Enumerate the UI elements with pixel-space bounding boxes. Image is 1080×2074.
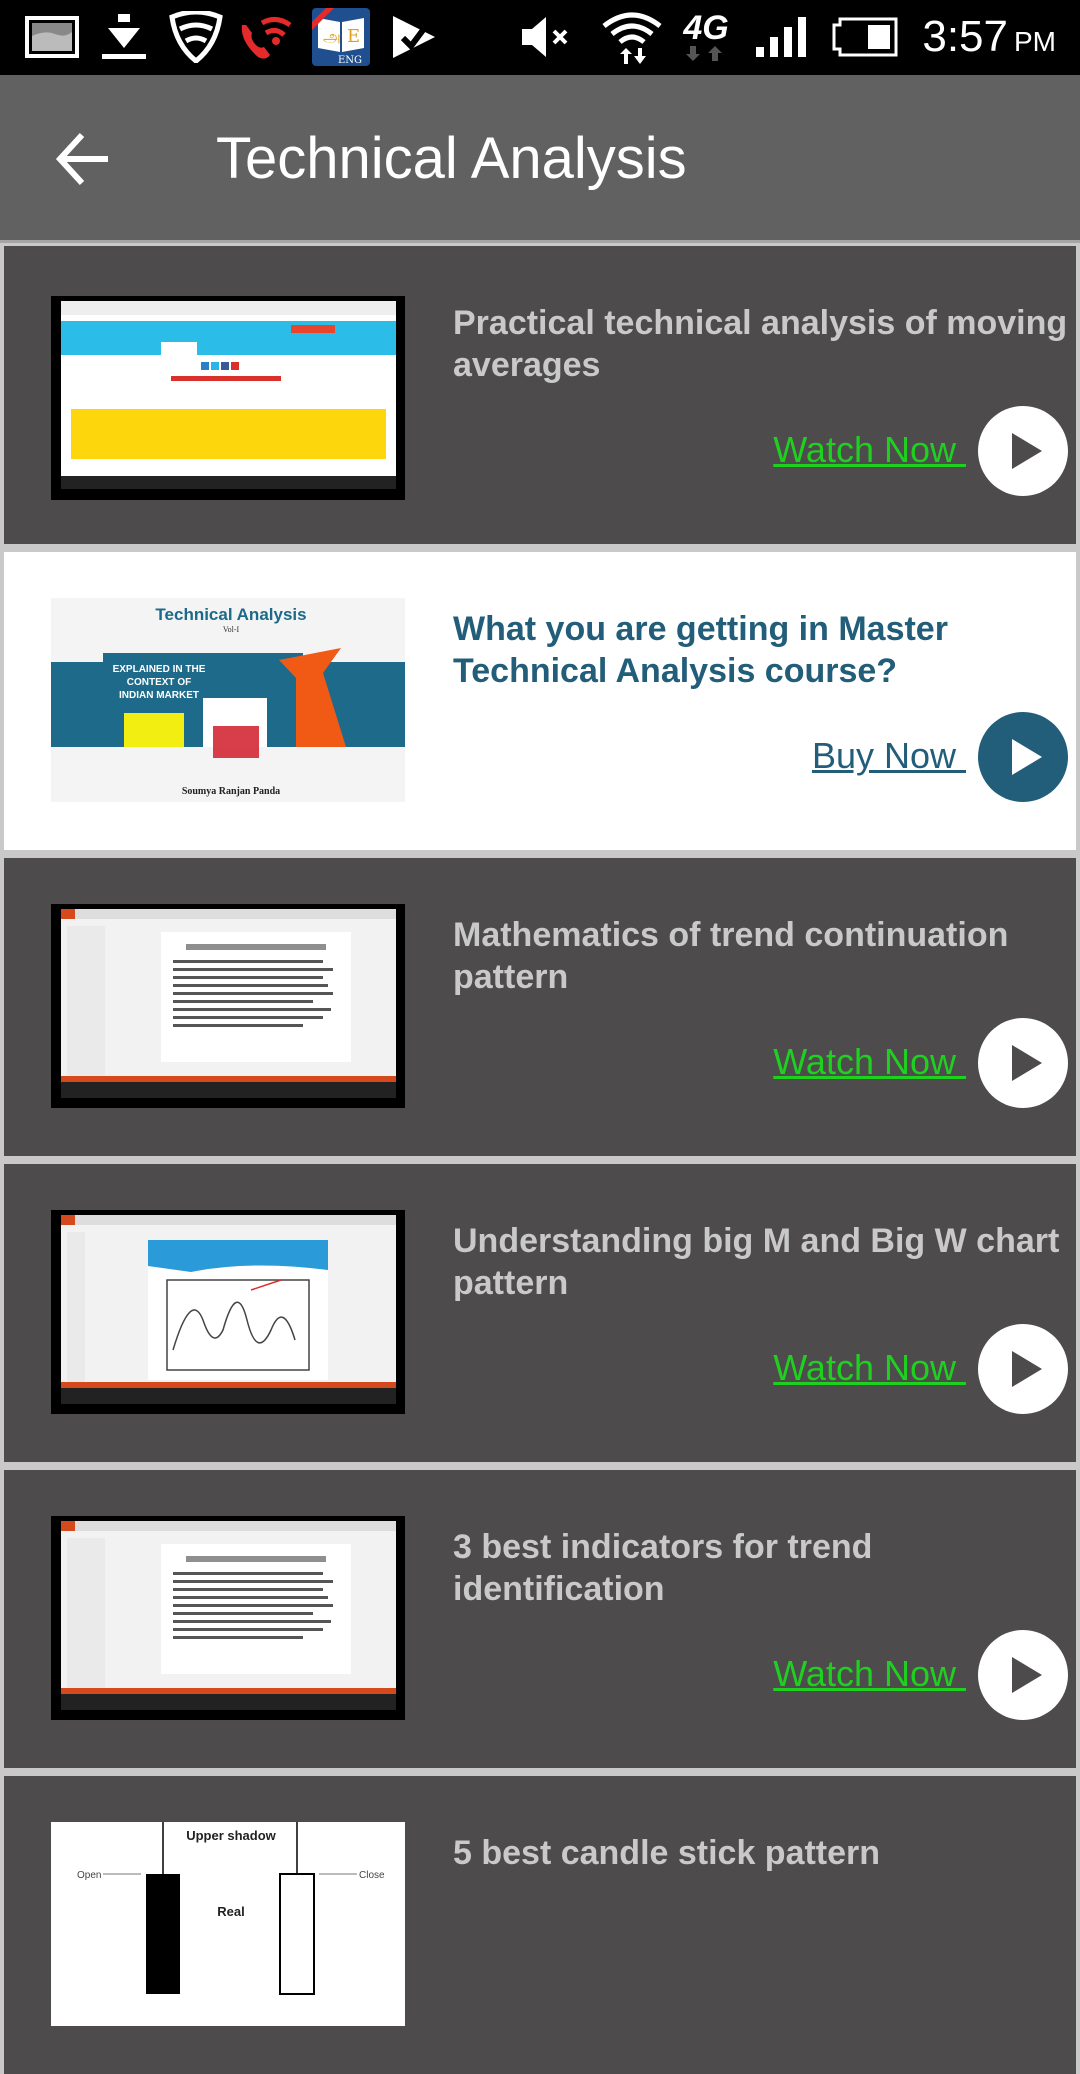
svg-text:E: E — [347, 26, 360, 47]
list-item[interactable]: Upper shadow Open Close Real 5 best cand… — [4, 1776, 1076, 2074]
open-label: Open — [77, 1870, 101, 1881]
signal-icon — [754, 12, 812, 62]
shield-wifi-icon — [166, 11, 226, 63]
list-item[interactable]: 3 best indicators for trend identificati… — [4, 1470, 1076, 1768]
svg-text:ENG: ENG — [338, 55, 362, 66]
video-title[interactable]: 5 best candle stick pattern — [453, 1832, 1068, 1874]
technical-analysis-book-cover: Technical Analysis Vol-I EXPLAINED IN TH… — [51, 598, 405, 802]
smart-finance-website-screenshot — [61, 301, 396, 489]
video-thumbnail[interactable]: Technical Analysis Vol-I EXPLAINED IN TH… — [51, 598, 405, 802]
wifi-call-icon — [234, 12, 298, 62]
video-thumbnail[interactable] — [51, 904, 405, 1108]
video-title[interactable]: Practical technical analysis of moving a… — [453, 302, 1068, 386]
list-item[interactable]: Technical Analysis Vol-I EXPLAINED IN TH… — [4, 552, 1076, 850]
list-item[interactable]: Understanding big M and Big W chart patt… — [4, 1164, 1076, 1462]
book-heading: Technical Analysis — [155, 605, 306, 624]
clock-time: 3:57 — [922, 12, 1008, 61]
book-volume: Vol-I — [223, 625, 240, 634]
clock-ampm: PM — [1014, 26, 1056, 57]
4g-icon: 4G — [672, 9, 740, 62]
close-label: Close — [359, 1870, 385, 1881]
status-bar: அ E ENG 4G 3:57 PM — [0, 0, 1080, 75]
video-title[interactable]: Mathematics of trend continuation patter… — [453, 914, 1068, 998]
watch-now-link[interactable]: Watch Now — [773, 428, 966, 472]
battery-icon — [832, 12, 900, 62]
book-author: Soumya Ranjan Panda — [182, 786, 280, 797]
svg-text:EXPLAINED IN THE: EXPLAINED IN THE — [113, 664, 206, 675]
upper-shadow-label: Upper shadow — [186, 1828, 276, 1843]
play-button[interactable] — [978, 1324, 1068, 1414]
list-item[interactable]: Practical technical analysis of moving a… — [4, 246, 1076, 544]
video-title[interactable]: 3 best indicators for trend identificati… — [453, 1526, 1068, 1610]
video-thumbnail[interactable]: Upper shadow Open Close Real — [51, 1822, 405, 2026]
real-body-label: Real — [217, 1904, 244, 1919]
gallery-icon — [24, 12, 80, 62]
video-thumbnail[interactable] — [51, 1516, 405, 1720]
video-title[interactable]: What you are getting in Master Technical… — [453, 608, 1068, 692]
arrow-left-icon — [55, 132, 108, 186]
mute-icon — [520, 12, 576, 62]
play-button[interactable] — [978, 712, 1068, 802]
play-button[interactable] — [978, 1630, 1068, 1720]
back-button[interactable] — [52, 127, 116, 191]
play-icon — [1012, 1045, 1042, 1081]
play-icon — [1012, 739, 1042, 775]
video-thumbnail[interactable] — [51, 296, 405, 500]
play-icon — [1012, 1657, 1042, 1693]
video-thumbnail[interactable] — [51, 1210, 405, 1414]
play-icon — [1012, 1351, 1042, 1387]
tamil-english-dictionary-icon: அ E ENG — [312, 8, 370, 66]
app-bar: Technical Analysis — [0, 75, 1080, 243]
slide-trend-reversal-pattern — [61, 1215, 396, 1404]
task-check-icon — [388, 12, 440, 62]
wifi-icon — [600, 12, 664, 64]
slide-how-to-identify-pattern — [61, 909, 396, 1098]
page-title: Technical Analysis — [216, 126, 687, 191]
watch-now-link[interactable]: Watch Now — [773, 1346, 966, 1390]
clock: 3:57 PM — [922, 12, 1056, 67]
list-item[interactable]: Mathematics of trend continuation patter… — [4, 858, 1076, 1156]
watch-now-link[interactable]: Watch Now — [773, 1040, 966, 1084]
play-button[interactable] — [978, 406, 1068, 496]
svg-text:அ: அ — [323, 27, 341, 46]
play-button[interactable] — [978, 1018, 1068, 1108]
play-icon — [1012, 433, 1042, 469]
download-icon — [96, 12, 152, 62]
svg-text:INDIAN MARKET: INDIAN MARKET — [119, 690, 199, 701]
watch-now-link[interactable]: Watch Now — [773, 1652, 966, 1696]
network-type: 4G — [683, 9, 729, 47]
svg-text:CONTEXT OF: CONTEXT OF — [127, 677, 191, 688]
slide-how-to-identify-pattern — [61, 1521, 396, 1710]
video-title[interactable]: Understanding big M and Big W chart patt… — [453, 1220, 1068, 1304]
candlestick-diagram: Upper shadow Open Close Real — [51, 1822, 405, 2026]
buy-now-link[interactable]: Buy Now — [812, 734, 966, 778]
